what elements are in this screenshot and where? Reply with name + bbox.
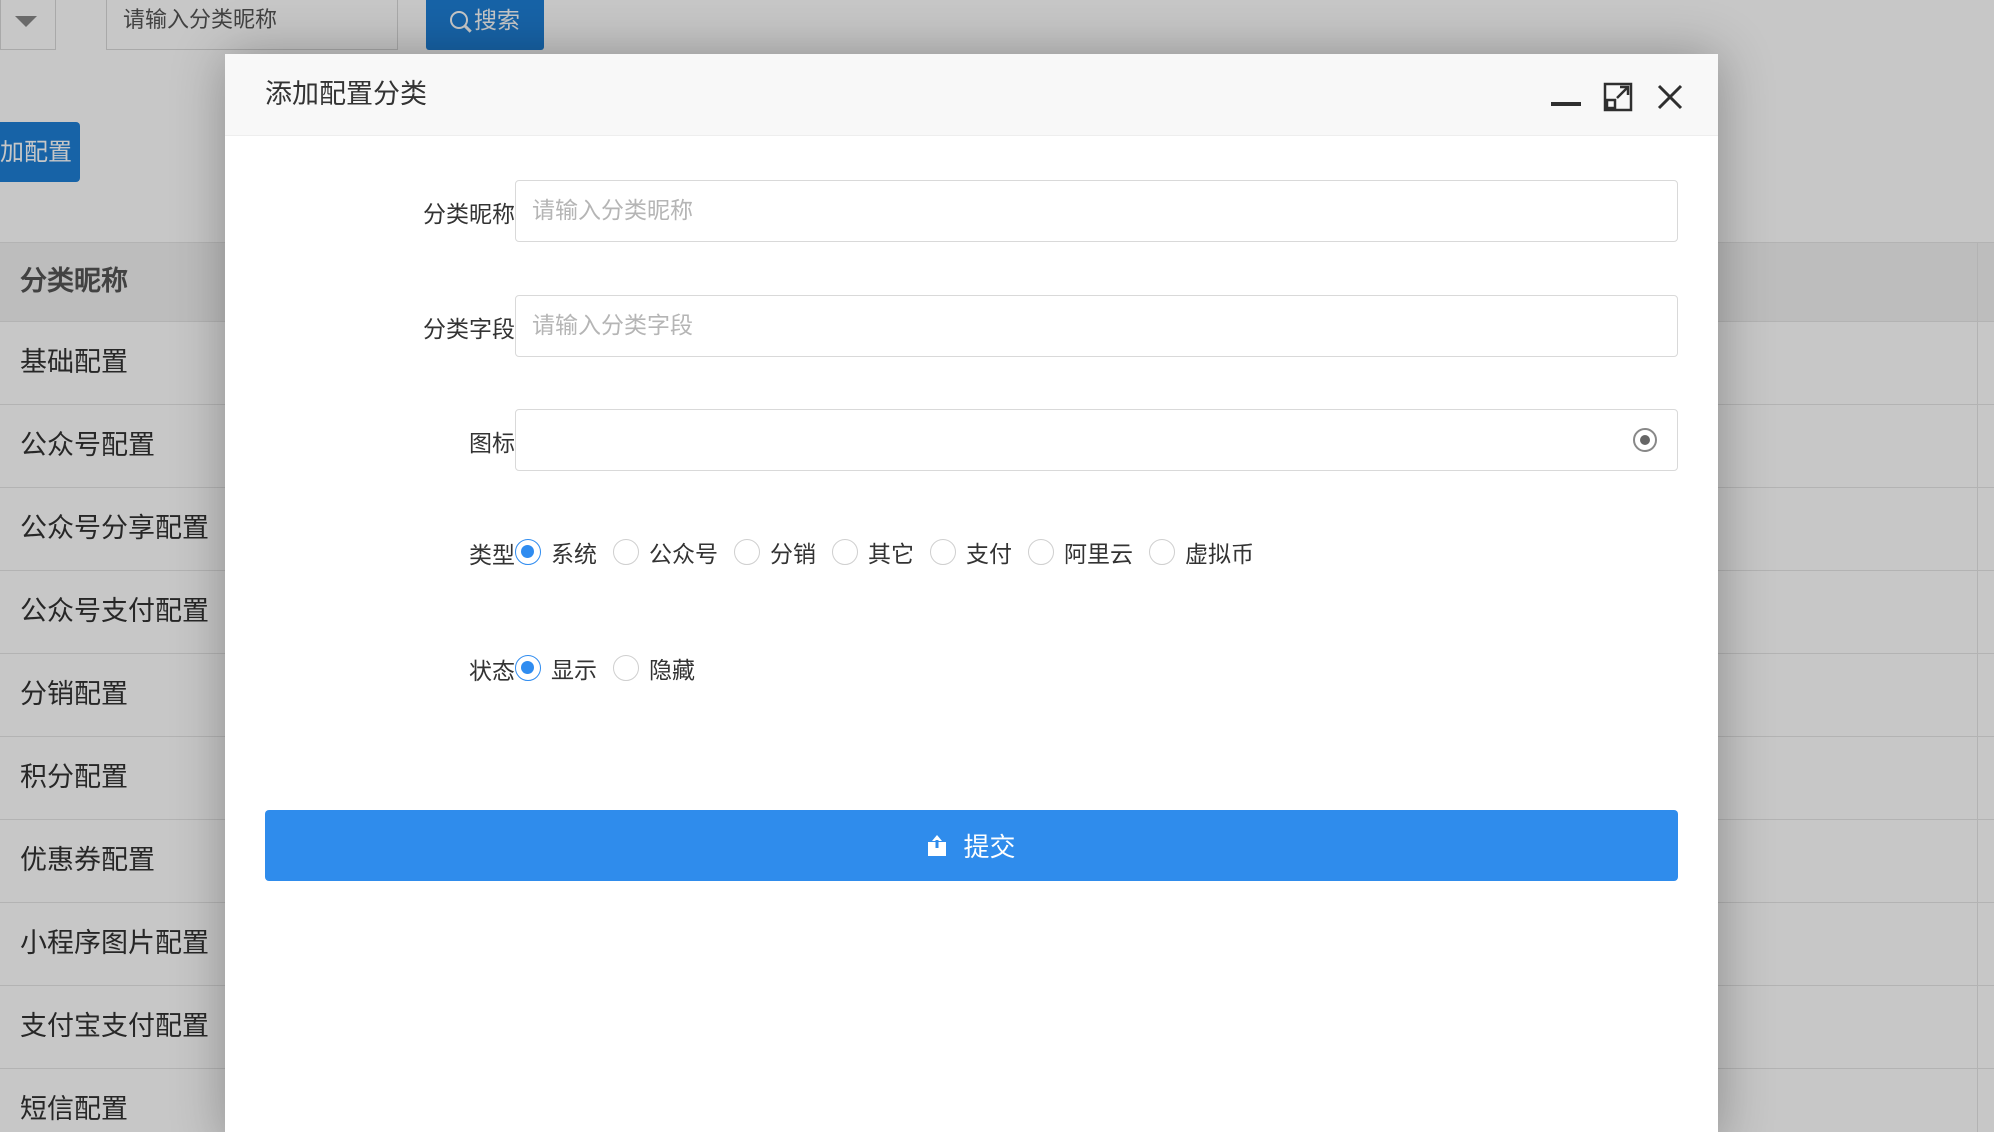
- add-category-dialog: 添加配置分类 分类昵称 请输入分类昵称 分类字段 请输入分类字段 图标 类型 系…: [225, 54, 1718, 1132]
- status-radio-0[interactable]: 显示: [515, 651, 597, 685]
- type-radio-2[interactable]: 分销: [734, 535, 816, 569]
- name-label: 分类昵称: [423, 202, 515, 228]
- status-label: 状态: [469, 659, 515, 685]
- type-radio-4[interactable]: 支付: [930, 535, 1012, 569]
- status-radio-label: 显示: [551, 658, 597, 684]
- status-radio-group: 显示 隐藏: [515, 648, 711, 688]
- icon-picker-icon[interactable]: [1632, 427, 1658, 453]
- type-radio-label: 虚拟币: [1185, 542, 1254, 568]
- category-field-input[interactable]: [515, 295, 1678, 357]
- maximize-icon[interactable]: [1603, 82, 1633, 112]
- status-radio-label: 隐藏: [649, 658, 695, 684]
- close-icon[interactable]: [1655, 82, 1685, 112]
- type-radio-5[interactable]: 阿里云: [1028, 535, 1133, 569]
- dialog-title-bar: 添加配置分类: [225, 54, 1718, 136]
- icon-label: 图标: [469, 431, 515, 457]
- radio-circle-icon[interactable]: [930, 539, 956, 565]
- submit-button[interactable]: 提交: [265, 810, 1678, 881]
- type-radio-3[interactable]: 其它: [832, 535, 914, 569]
- submit-button-label: 提交: [963, 833, 1016, 863]
- type-label: 类型: [469, 543, 515, 569]
- status-radio-1[interactable]: 隐藏: [613, 651, 695, 685]
- category-name-input[interactable]: [515, 180, 1678, 242]
- radio-circle-icon[interactable]: [832, 539, 858, 565]
- type-radio-1[interactable]: 公众号: [613, 535, 718, 569]
- type-radio-label: 阿里云: [1064, 542, 1133, 568]
- radio-circle-icon[interactable]: [613, 655, 639, 681]
- radio-circle-icon[interactable]: [1028, 539, 1054, 565]
- field-label: 分类字段: [423, 317, 515, 343]
- type-radio-label: 支付: [966, 542, 1012, 568]
- upload-icon: [928, 834, 947, 856]
- radio-circle-icon[interactable]: [515, 655, 541, 681]
- type-radio-label: 其它: [868, 542, 914, 568]
- screen: 请输入分类昵称 搜索 加配置 分类昵称 基础配置 公众号配置 公众号分享配置 公众号支…: [0, 0, 1994, 1132]
- type-radio-0[interactable]: 系统: [515, 535, 597, 569]
- radio-circle-icon[interactable]: [613, 539, 639, 565]
- dialog-title: 添加配置分类: [265, 79, 427, 110]
- minimize-icon[interactable]: [1551, 82, 1581, 112]
- radio-circle-icon[interactable]: [734, 539, 760, 565]
- type-radio-label: 公众号: [649, 542, 718, 568]
- type-radio-group: 系统 公众号 分销 其它 支付 阿里云 虚拟币: [515, 532, 1270, 572]
- type-radio-6[interactable]: 虚拟币: [1149, 535, 1254, 569]
- type-radio-label: 分销: [770, 542, 816, 568]
- radio-circle-icon[interactable]: [1149, 539, 1175, 565]
- radio-circle-icon[interactable]: [515, 539, 541, 565]
- type-radio-label: 系统: [551, 542, 597, 568]
- icon-input[interactable]: [515, 409, 1678, 471]
